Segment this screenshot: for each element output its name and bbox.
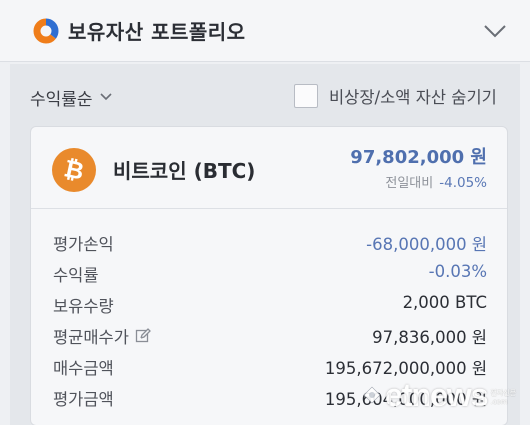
change-label: 전일대비 [385,176,434,191]
page-title: 보유자산 포트폴리오 [68,20,246,44]
row-label: 보유수량 [53,297,114,316]
watermark-sub-2: .com [490,398,508,406]
hide-small-assets-label: 비상장/소액 자산 숨기기 [329,88,497,107]
asset-price: 97,802,000 원 [350,147,487,168]
row-value: 2,000 BTC [402,293,487,312]
watermark-sub: 전자신문 .com [490,388,516,406]
bitcoin-icon: ₿ [52,148,96,192]
hide-small-assets-toggle[interactable]: 비상장/소액 자산 숨기기 [294,81,497,111]
detail-row-avg-buy-price: 평균매수가 97,836,000 원 [31,320,507,351]
row-label: 수익률 [53,266,99,285]
watermark: etnews 전자신문 .com [362,372,516,418]
portfolio-donut-icon [33,18,59,44]
row-label: 평균매수가 [53,328,129,347]
asset-card-header: ₿ 비트코인 (BTC) 97,802,000 원 전일대비 -4.05% [31,127,507,209]
row-label: 평가금액 [53,390,114,409]
hide-small-assets-checkbox[interactable] [294,84,318,108]
row-value: -68,000,000 원 [366,235,487,254]
watermark-text: etnews [385,376,488,413]
change-value: -4.05% [439,175,487,191]
edit-icon[interactable] [135,328,151,344]
detail-row-quantity: 보유수량 2,000 BTC [31,289,507,320]
row-label-wrap: 평균매수가 [53,324,151,348]
row-value: -0.03% [428,262,487,281]
detail-row-return-rate: 수익률 -0.03% [31,258,507,289]
portfolio-panel: 수익률순 비상장/소액 자산 숨기기 ₿ 비트코인 (BTC) 97,802,0… [10,64,520,425]
sort-label: 수익률순 [30,89,93,110]
row-label: 평가손익 [53,235,114,254]
chevron-down-icon[interactable] [480,18,510,44]
asset-change: 전일대비 -4.05% [385,172,487,191]
app-header: 보유자산 포트폴리오 [0,0,530,62]
chevron-down-icon [99,93,112,101]
watermark-logo-icon [363,386,381,404]
row-label: 매수금액 [53,359,114,378]
sort-dropdown[interactable]: 수익률순 [30,84,113,110]
asset-name: 비트코인 (BTC) [113,159,256,183]
watermark-sub-1: 전자신문 [490,389,517,397]
row-value: 97,836,000 원 [372,328,487,347]
detail-row-profit-loss: 평가손익 -68,000,000 원 [31,227,507,258]
